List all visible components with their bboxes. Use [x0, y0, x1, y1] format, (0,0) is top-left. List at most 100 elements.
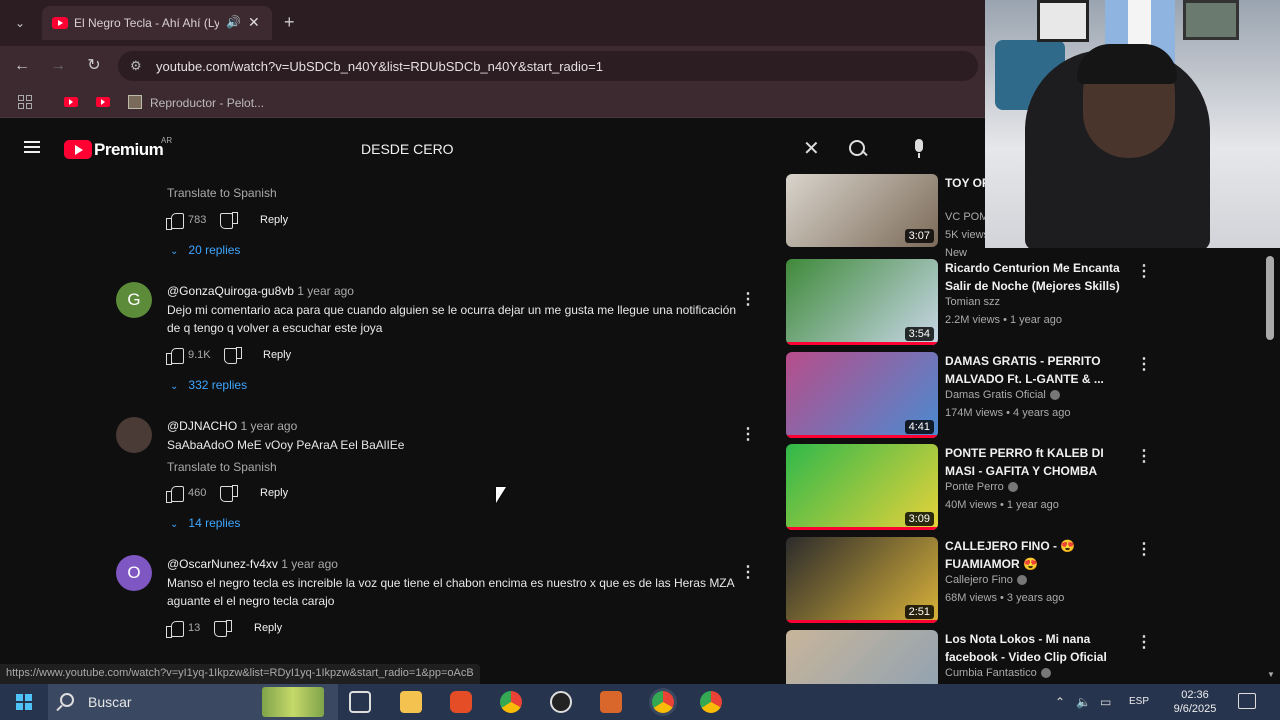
youtube-logo-icon[interactable]	[64, 140, 92, 159]
view-replies-button[interactable]: ⌄ 20 replies	[170, 243, 240, 257]
translate-link[interactable]: Translate to Spanish	[167, 460, 277, 474]
back-arrow-icon[interactable]: ←	[10, 54, 34, 78]
url-field[interactable]: ⚙ youtube.com/watch?v=UbSDCb_n40Y&list=R…	[118, 51, 978, 81]
dislike-icon[interactable]	[220, 485, 238, 502]
tab-close-icon[interactable]: ✕	[248, 14, 260, 31]
comment-time[interactable]: 1 year ago	[241, 419, 298, 433]
like-count: 460	[188, 487, 207, 499]
brave-browser-icon[interactable]	[450, 691, 472, 713]
chrome-profile-icon[interactable]	[652, 691, 674, 713]
dislike-icon[interactable]	[220, 212, 238, 229]
scrollbar-thumb[interactable]	[1266, 256, 1274, 340]
reply-button[interactable]: Reply	[263, 349, 291, 361]
channel-name[interactable]: Tomian szz	[945, 296, 1000, 308]
obs-icon[interactable]	[550, 691, 572, 713]
speaker-icon[interactable]: 🔊	[226, 15, 241, 29]
clock-date: 9/6/2025	[1173, 703, 1217, 715]
site-settings-icon[interactable]: ⚙	[130, 58, 142, 74]
like-icon[interactable]	[166, 212, 184, 230]
comment-author[interactable]: @DJNACHO	[167, 419, 237, 433]
comment-author[interactable]: @OscarNunez-fv4xv	[167, 557, 278, 571]
tab-search-icon[interactable]: ⌄	[8, 12, 32, 34]
related-video-channel[interactable]: VC POM	[945, 211, 988, 223]
notification-icon[interactable]	[1238, 693, 1256, 709]
search-clear-icon[interactable]: ✕	[803, 136, 820, 161]
browser-tab[interactable]: El Negro Tecla - Ahí Ahí (Lyric 🔊 ✕	[42, 6, 272, 40]
video-thumbnail[interactable]: 4:41	[786, 352, 938, 438]
translate-link[interactable]: Translate to Spanish	[167, 186, 277, 200]
related-video-meta: 2.2M views • 1 year ago	[945, 314, 1062, 326]
forward-arrow-icon[interactable]: →	[46, 54, 70, 78]
youtube-bookmark-icon[interactable]	[64, 97, 78, 107]
video-menu-icon[interactable]: ⋮	[1136, 354, 1152, 374]
file-explorer-icon[interactable]	[400, 691, 422, 713]
video-menu-icon[interactable]: ⋮	[1136, 632, 1152, 652]
comment-time[interactable]: 1 year ago	[281, 557, 338, 571]
hamburger-menu-icon[interactable]	[24, 141, 40, 153]
video-menu-icon[interactable]: ⋮	[1136, 446, 1152, 466]
tray-chevron-up-icon[interactable]: ⌃	[1055, 695, 1065, 709]
related-video-channel[interactable]: Tomian szz	[945, 296, 1000, 308]
related-video-channel[interactable]: Ponte Perro	[945, 481, 1018, 493]
taskbar-search[interactable]: Buscar	[48, 684, 338, 720]
search-icon[interactable]	[845, 138, 869, 162]
volume-icon[interactable]: 🔈	[1076, 695, 1091, 709]
reply-button[interactable]: Reply	[260, 487, 288, 499]
video-thumbnail[interactable]: 3:54	[786, 259, 938, 345]
related-video-title[interactable]: PONTE PERRO ft KALEB DI MASI - GAFITA Y …	[945, 444, 1135, 480]
reply-button[interactable]: Reply	[254, 622, 282, 634]
like-icon[interactable]	[166, 347, 184, 365]
dislike-icon[interactable]	[214, 620, 232, 637]
url-text[interactable]: youtube.com/watch?v=UbSDCb_n40Y&list=RDU…	[156, 59, 603, 74]
like-icon[interactable]	[166, 485, 184, 503]
task-view-icon[interactable]	[349, 691, 371, 713]
mouse-cursor-icon	[496, 487, 506, 503]
reload-icon[interactable]: ↻	[82, 54, 106, 78]
youtube-premium-logo[interactable]: Premium	[94, 140, 164, 160]
video-thumbnail[interactable]: 2:51	[786, 537, 938, 623]
related-video-title[interactable]: CALLEJERO FINO - 😍 FUAMIAMOR 😍	[945, 537, 1135, 573]
comment-author[interactable]: @GonzaQuiroga-gu8vb	[167, 284, 294, 298]
channel-name[interactable]: Ponte Perro	[945, 481, 1004, 493]
related-video-title[interactable]: Ricardo Centurion Me Encanta Salir de No…	[945, 259, 1135, 295]
view-replies-button[interactable]: ⌄ 14 replies	[170, 516, 240, 530]
related-video-title[interactable]: DAMAS GRATIS - PERRITO MALVADO Ft. L-GAN…	[945, 352, 1135, 388]
channel-name[interactable]: Callejero Fino	[945, 574, 1013, 586]
app-icon[interactable]	[600, 691, 622, 713]
bookmark-pelota[interactable]: Reproductor - Pelot...	[150, 96, 264, 110]
chrome-icon[interactable]	[500, 691, 522, 713]
language-indicator[interactable]: ESP	[1129, 696, 1149, 707]
video-menu-icon[interactable]: ⋮	[1136, 261, 1152, 281]
network-icon[interactable]: ▭	[1100, 695, 1111, 709]
microphone-icon[interactable]	[905, 134, 933, 162]
related-video-title[interactable]: Los Nota Lokos - Mi nana facebook - Vide…	[945, 630, 1135, 666]
search-input[interactable]: DESDE CERO	[361, 141, 454, 157]
avatar[interactable]: O	[116, 555, 152, 591]
tab-title: El Negro Tecla - Ahí Ahí (Lyric	[74, 16, 219, 30]
taskbar-search-label[interactable]: Buscar	[88, 694, 132, 710]
related-video-channel[interactable]: Cumbia Fantastico	[945, 667, 1051, 679]
video-thumbnail[interactable]: 3:09	[786, 444, 938, 530]
reply-button[interactable]: Reply	[260, 214, 288, 226]
related-video-channel[interactable]: Callejero Fino	[945, 574, 1027, 586]
new-tab-button[interactable]: +	[284, 12, 295, 33]
scroll-down-arrow-icon[interactable]: ▼	[1267, 670, 1275, 679]
video-thumbnail[interactable]: 3:07	[786, 174, 938, 247]
channel-name[interactable]: Cumbia Fantastico	[945, 667, 1037, 679]
windows-start-icon[interactable]	[16, 694, 32, 710]
youtube-bookmark-icon[interactable]	[96, 97, 110, 107]
clock[interactable]: 02:36 9/6/2025	[1160, 688, 1230, 716]
avatar[interactable]: G	[116, 282, 152, 318]
like-icon[interactable]	[166, 620, 184, 638]
chrome-profile-icon[interactable]	[700, 691, 722, 713]
apps-grid-icon[interactable]	[18, 95, 32, 109]
avatar[interactable]	[116, 417, 152, 453]
comment-time[interactable]: 1 year ago	[297, 284, 354, 298]
video-menu-icon[interactable]: ⋮	[1136, 539, 1152, 559]
dislike-icon[interactable]	[224, 347, 242, 364]
view-replies-button[interactable]: ⌄ 332 replies	[170, 378, 247, 392]
video-duration: 3:07	[904, 229, 934, 243]
channel-name[interactable]: VC POM	[945, 211, 988, 223]
channel-name[interactable]: Damas Gratis Oficial	[945, 389, 1046, 401]
related-video-channel[interactable]: Damas Gratis Oficial	[945, 389, 1060, 401]
